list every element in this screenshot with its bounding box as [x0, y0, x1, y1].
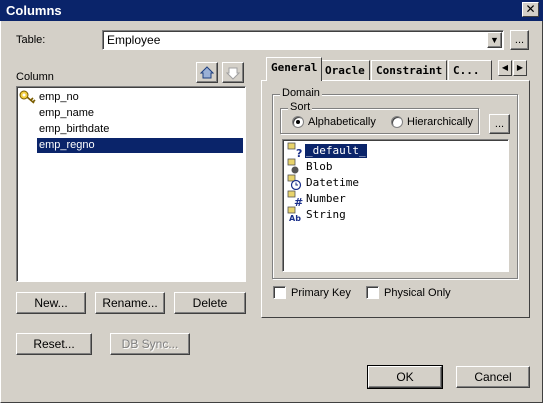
- reset-button[interactable]: Reset...: [16, 333, 92, 355]
- ok-button[interactable]: OK: [367, 365, 443, 389]
- move-up-button[interactable]: [196, 62, 218, 83]
- column-item-emp-regno[interactable]: emp_regno: [37, 138, 243, 153]
- table-value: Employee: [107, 33, 161, 47]
- move-down-button[interactable]: [222, 62, 244, 83]
- domain-group-title: Domain: [280, 87, 322, 99]
- new-button[interactable]: New...: [16, 292, 86, 314]
- column-label: Column: [16, 71, 54, 83]
- column-item-emp-no[interactable]: emp_no: [37, 90, 81, 105]
- tab-scroll-right-button[interactable]: ▶: [513, 60, 527, 76]
- domain-item-datetime[interactable]: Datetime: [305, 176, 360, 190]
- question-icon: ?: [287, 142, 302, 158]
- db-sync-button: DB Sync...: [110, 333, 190, 355]
- primary-key-label: Primary Key: [291, 287, 351, 299]
- home-down-icon: [226, 67, 240, 80]
- domain-item-default[interactable]: _default_: [304, 143, 368, 159]
- tab-oracle[interactable]: Oracle: [320, 60, 370, 80]
- title-bar: Columns ✕: [0, 0, 543, 21]
- sort-alphabetically-radio[interactable]: [292, 116, 304, 128]
- string-icon: Ab: [287, 206, 301, 222]
- table-combobox[interactable]: Employee ▼: [102, 30, 504, 50]
- sort-group-title: Sort: [288, 101, 313, 113]
- sort-hierarchically-label: Hierarchically: [407, 116, 474, 128]
- sort-hierarchically-radio[interactable]: [391, 116, 403, 128]
- close-icon: ✕: [525, 2, 536, 16]
- clock-icon: [287, 174, 302, 190]
- tab-more[interactable]: C...: [448, 60, 492, 80]
- tab-constraint[interactable]: Constraint: [371, 60, 448, 80]
- svg-text:?: ?: [296, 147, 302, 158]
- column-item-emp-birthdate[interactable]: emp_birthdate: [37, 122, 111, 137]
- hash-icon: #: [287, 190, 303, 206]
- tab-scroll-left-button[interactable]: ◀: [498, 60, 512, 76]
- key-icon: [19, 90, 36, 104]
- sort-browse-button[interactable]: ...: [489, 114, 510, 134]
- table-dropdown-button[interactable]: ▼: [487, 32, 502, 48]
- svg-text:Ab: Ab: [289, 214, 301, 222]
- home-up-icon: [200, 65, 214, 78]
- svg-text:#: #: [294, 196, 303, 206]
- triangle-left-icon: ◀: [501, 63, 509, 72]
- triangle-right-icon: ▶: [516, 63, 524, 72]
- close-button[interactable]: ✕: [522, 2, 539, 17]
- primary-key-checkbox[interactable]: [273, 286, 286, 299]
- domain-item-number[interactable]: Number: [305, 192, 347, 206]
- table-label: Table:: [16, 34, 46, 46]
- tab-page-general: Domain Sort Alphabetically Hierarchicall…: [261, 80, 530, 318]
- domain-item-string[interactable]: String: [305, 208, 347, 222]
- column-item-emp-name[interactable]: emp_name: [37, 106, 96, 121]
- tab-general[interactable]: General: [266, 57, 323, 81]
- chevron-down-icon: ▼: [490, 35, 499, 45]
- physical-only-checkbox[interactable]: [366, 286, 379, 299]
- delete-button[interactable]: Delete: [174, 292, 246, 314]
- cancel-button[interactable]: Cancel: [456, 366, 530, 388]
- domain-item-blob[interactable]: Blob: [305, 160, 334, 174]
- column-list[interactable]: emp_no emp_name emp_birthdate emp_regno: [16, 86, 246, 282]
- physical-only-label: Physical Only: [384, 287, 451, 299]
- table-browse-button[interactable]: ...: [510, 30, 529, 50]
- domain-list[interactable]: ? _default_ Blob Datetime # Number Ab St…: [282, 139, 509, 272]
- window-title: Columns: [6, 3, 62, 18]
- sort-alphabetically-label: Alphabetically: [308, 116, 376, 128]
- blob-icon: [287, 158, 299, 174]
- rename-button[interactable]: Rename...: [95, 292, 165, 314]
